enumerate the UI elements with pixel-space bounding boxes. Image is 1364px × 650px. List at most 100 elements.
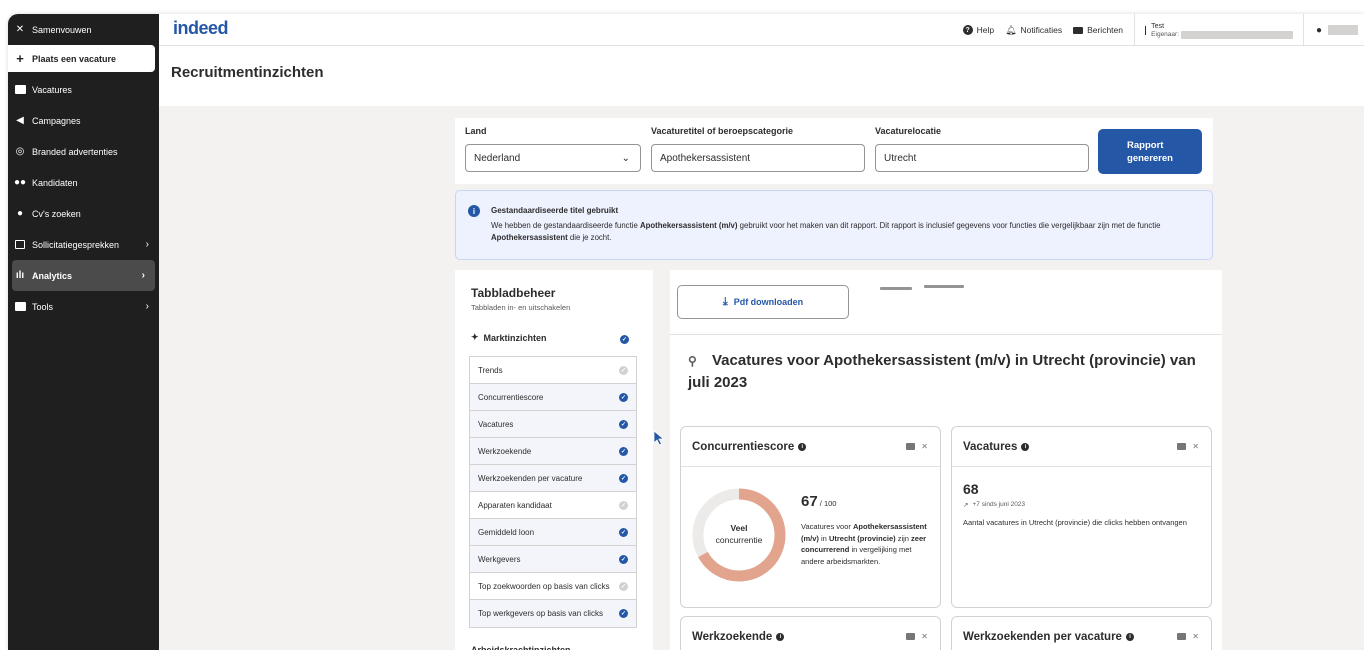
tab-toggle-label: Werkzoekenden per vacature: [478, 473, 583, 483]
info-icon[interactable]: i: [1125, 633, 1134, 641]
sidebar-item-label: Analytics: [32, 270, 73, 281]
help-link[interactable]: ? Help: [962, 25, 994, 35]
loading-placeholder: [880, 287, 912, 290]
generate-report-button[interactable]: Rapport genereren: [1098, 129, 1202, 174]
tab-management-title: Tabbladbeheer: [471, 286, 556, 300]
notifications-link[interactable]: 🔔︎ Notificaties: [1005, 25, 1062, 36]
headline-bold: juli 2023: [688, 374, 748, 391]
sidebar-item-label: Tools: [32, 301, 54, 312]
tab-toggle-row[interactable]: Werkgevers ✓: [470, 546, 636, 573]
envelope-icon: [1073, 26, 1084, 34]
sidebar-item-cv-search[interactable]: ● Cv's zoeken: [8, 198, 159, 229]
tab-toggle-label: Apparaten kandidaat: [478, 500, 552, 510]
check-icon[interactable]: ✓: [619, 581, 628, 591]
tab-toggle-label: Gemiddeld loon: [478, 527, 535, 537]
check-icon[interactable]: ✓: [619, 419, 628, 429]
card-title: Werkzoekende i: [692, 631, 785, 643]
camera-icon[interactable]: [906, 443, 916, 450]
sidebar-item-tools[interactable]: Tools ›: [8, 291, 159, 322]
mouse-cursor-icon: [653, 430, 665, 446]
pdf-download-label: Pdf downloaden: [733, 297, 804, 307]
card-tools: ✕: [1177, 442, 1199, 451]
check-icon[interactable]: ✓: [619, 527, 628, 537]
plus-icon: +: [16, 51, 24, 66]
sidebar-item-campagnes[interactable]: ◀ Campagnes: [8, 105, 159, 136]
headline-bold: Apothekersassistent (m/v): [823, 352, 1011, 369]
divider: [670, 334, 1222, 335]
vacancy-trend: ↗ +7 sinds juni 2023: [963, 501, 1025, 509]
desc-bold: Utrecht (provincie): [828, 533, 896, 543]
tab-toggle-row[interactable]: Concurrentiescore ✓: [470, 384, 636, 411]
close-icon: ✕: [15, 24, 25, 35]
check-icon[interactable]: ✓: [619, 609, 628, 618]
info-icon: i: [468, 205, 480, 217]
notice-body: We hebben de gestandaardiseerde functie …: [491, 220, 1191, 244]
card-title-text: Werkzoekende: [692, 631, 773, 643]
generate-line2: genereren: [1127, 152, 1173, 164]
check-icon[interactable]: ✓: [620, 335, 629, 344]
chevron-down-icon: ⌄: [621, 152, 630, 164]
close-icon[interactable]: ✕: [1192, 632, 1199, 641]
tab-toggle-row[interactable]: Top werkgevers op basis van clicks ✓: [470, 600, 636, 627]
card-title-text: Werkzoekenden per vacature: [963, 631, 1122, 643]
bar-chart-icon: ılı: [15, 270, 25, 281]
info-icon[interactable]: i: [776, 633, 785, 641]
post-job-button[interactable]: + Plaats een vacature: [8, 45, 155, 72]
market-insights-section[interactable]: ✦ Marktinzichten: [471, 332, 547, 343]
next-section-label: Arbeidskrachtinzichten: [471, 645, 571, 650]
camera-icon[interactable]: [1177, 443, 1187, 450]
sidebar-collapse-label: Samenvouwen: [32, 24, 92, 35]
tab-toggle-row[interactable]: Vacatures ✓: [470, 411, 636, 438]
tab-toggle-row[interactable]: Top zoekwoorden op basis van clicks ✓: [470, 573, 636, 600]
close-icon[interactable]: ✕: [1192, 442, 1199, 451]
card-title-text: Vacatures: [963, 441, 1018, 453]
sidebar-item-analytics[interactable]: ılı Analytics ›: [12, 260, 155, 291]
tab-toggle-row[interactable]: Apparaten kandidaat ✓: [470, 492, 636, 519]
sidebar-item-interviews[interactable]: Sollicitatiegesprekken ›: [8, 229, 159, 260]
check-icon[interactable]: ✓: [619, 365, 628, 375]
loading-placeholder: [924, 285, 964, 288]
folder-icon: [14, 301, 26, 313]
camera-icon[interactable]: [1177, 633, 1187, 640]
card-tools: ✕: [1177, 632, 1199, 641]
card-title-text: Concurrentiescore: [692, 441, 795, 453]
camera-icon[interactable]: [906, 633, 916, 640]
location-input[interactable]: Utrecht: [875, 144, 1089, 172]
sidebar-item-label: Branded advertenties: [32, 146, 118, 157]
notifications-label: Notificaties: [1020, 25, 1063, 35]
tab-toggle-row[interactable]: Werkzoekenden per vacature ✓: [470, 465, 636, 492]
calendar-icon: [14, 239, 26, 251]
messages-link[interactable]: Berichten: [1073, 25, 1123, 35]
tab-toggle-row[interactable]: Trends ✓: [470, 357, 636, 384]
check-icon[interactable]: ✓: [619, 446, 628, 456]
sidebar-item-kandidaten[interactable]: ●● Kandidaten: [8, 167, 159, 198]
info-icon[interactable]: i: [798, 443, 807, 451]
close-icon[interactable]: ✕: [921, 442, 928, 451]
check-icon[interactable]: ✓: [619, 500, 628, 510]
country-select[interactable]: Nederland ⌄: [465, 144, 641, 172]
notice-text: We hebben de gestandaardiseerde functie: [491, 221, 640, 230]
owner-label: Eigenaar:: [1151, 31, 1179, 38]
donut-label: Veel concurrentie: [691, 522, 787, 546]
check-icon[interactable]: ✓: [619, 473, 628, 483]
help-icon: ?: [962, 25, 973, 35]
close-icon[interactable]: ✕: [921, 632, 928, 641]
tab-toggle-row[interactable]: Werkzoekende ✓: [470, 438, 636, 465]
check-icon[interactable]: ✓: [619, 392, 628, 402]
account-switcher[interactable]: Test Eigenaar:: [1135, 22, 1303, 39]
tab-toggle-label: Top zoekwoorden op basis van clicks: [478, 581, 610, 591]
info-icon[interactable]: i: [1021, 443, 1030, 451]
sidebar-item-branded[interactable]: ◎ Branded advertenties: [8, 136, 159, 167]
sidebar-collapse[interactable]: ✕ Samenvouwen: [8, 14, 159, 45]
tab-toggle-label: Vacatures: [478, 419, 514, 429]
job-title-input[interactable]: Apothekersassistent: [651, 144, 865, 172]
check-icon[interactable]: ✓: [619, 554, 628, 564]
pdf-download-button[interactable]: ⤓ Pdf downloaden: [677, 285, 849, 319]
indeed-logo[interactable]: indeed: [173, 18, 229, 39]
sidebar-item-vacatures[interactable]: Vacatures: [8, 74, 159, 105]
location-value: Utrecht: [884, 152, 917, 164]
tab-toggle-row[interactable]: Gemiddeld loon ✓: [470, 519, 636, 546]
country-value: Nederland: [474, 152, 521, 164]
user-menu[interactable]: ●: [1304, 25, 1364, 36]
account-name: Test: [1151, 22, 1165, 30]
